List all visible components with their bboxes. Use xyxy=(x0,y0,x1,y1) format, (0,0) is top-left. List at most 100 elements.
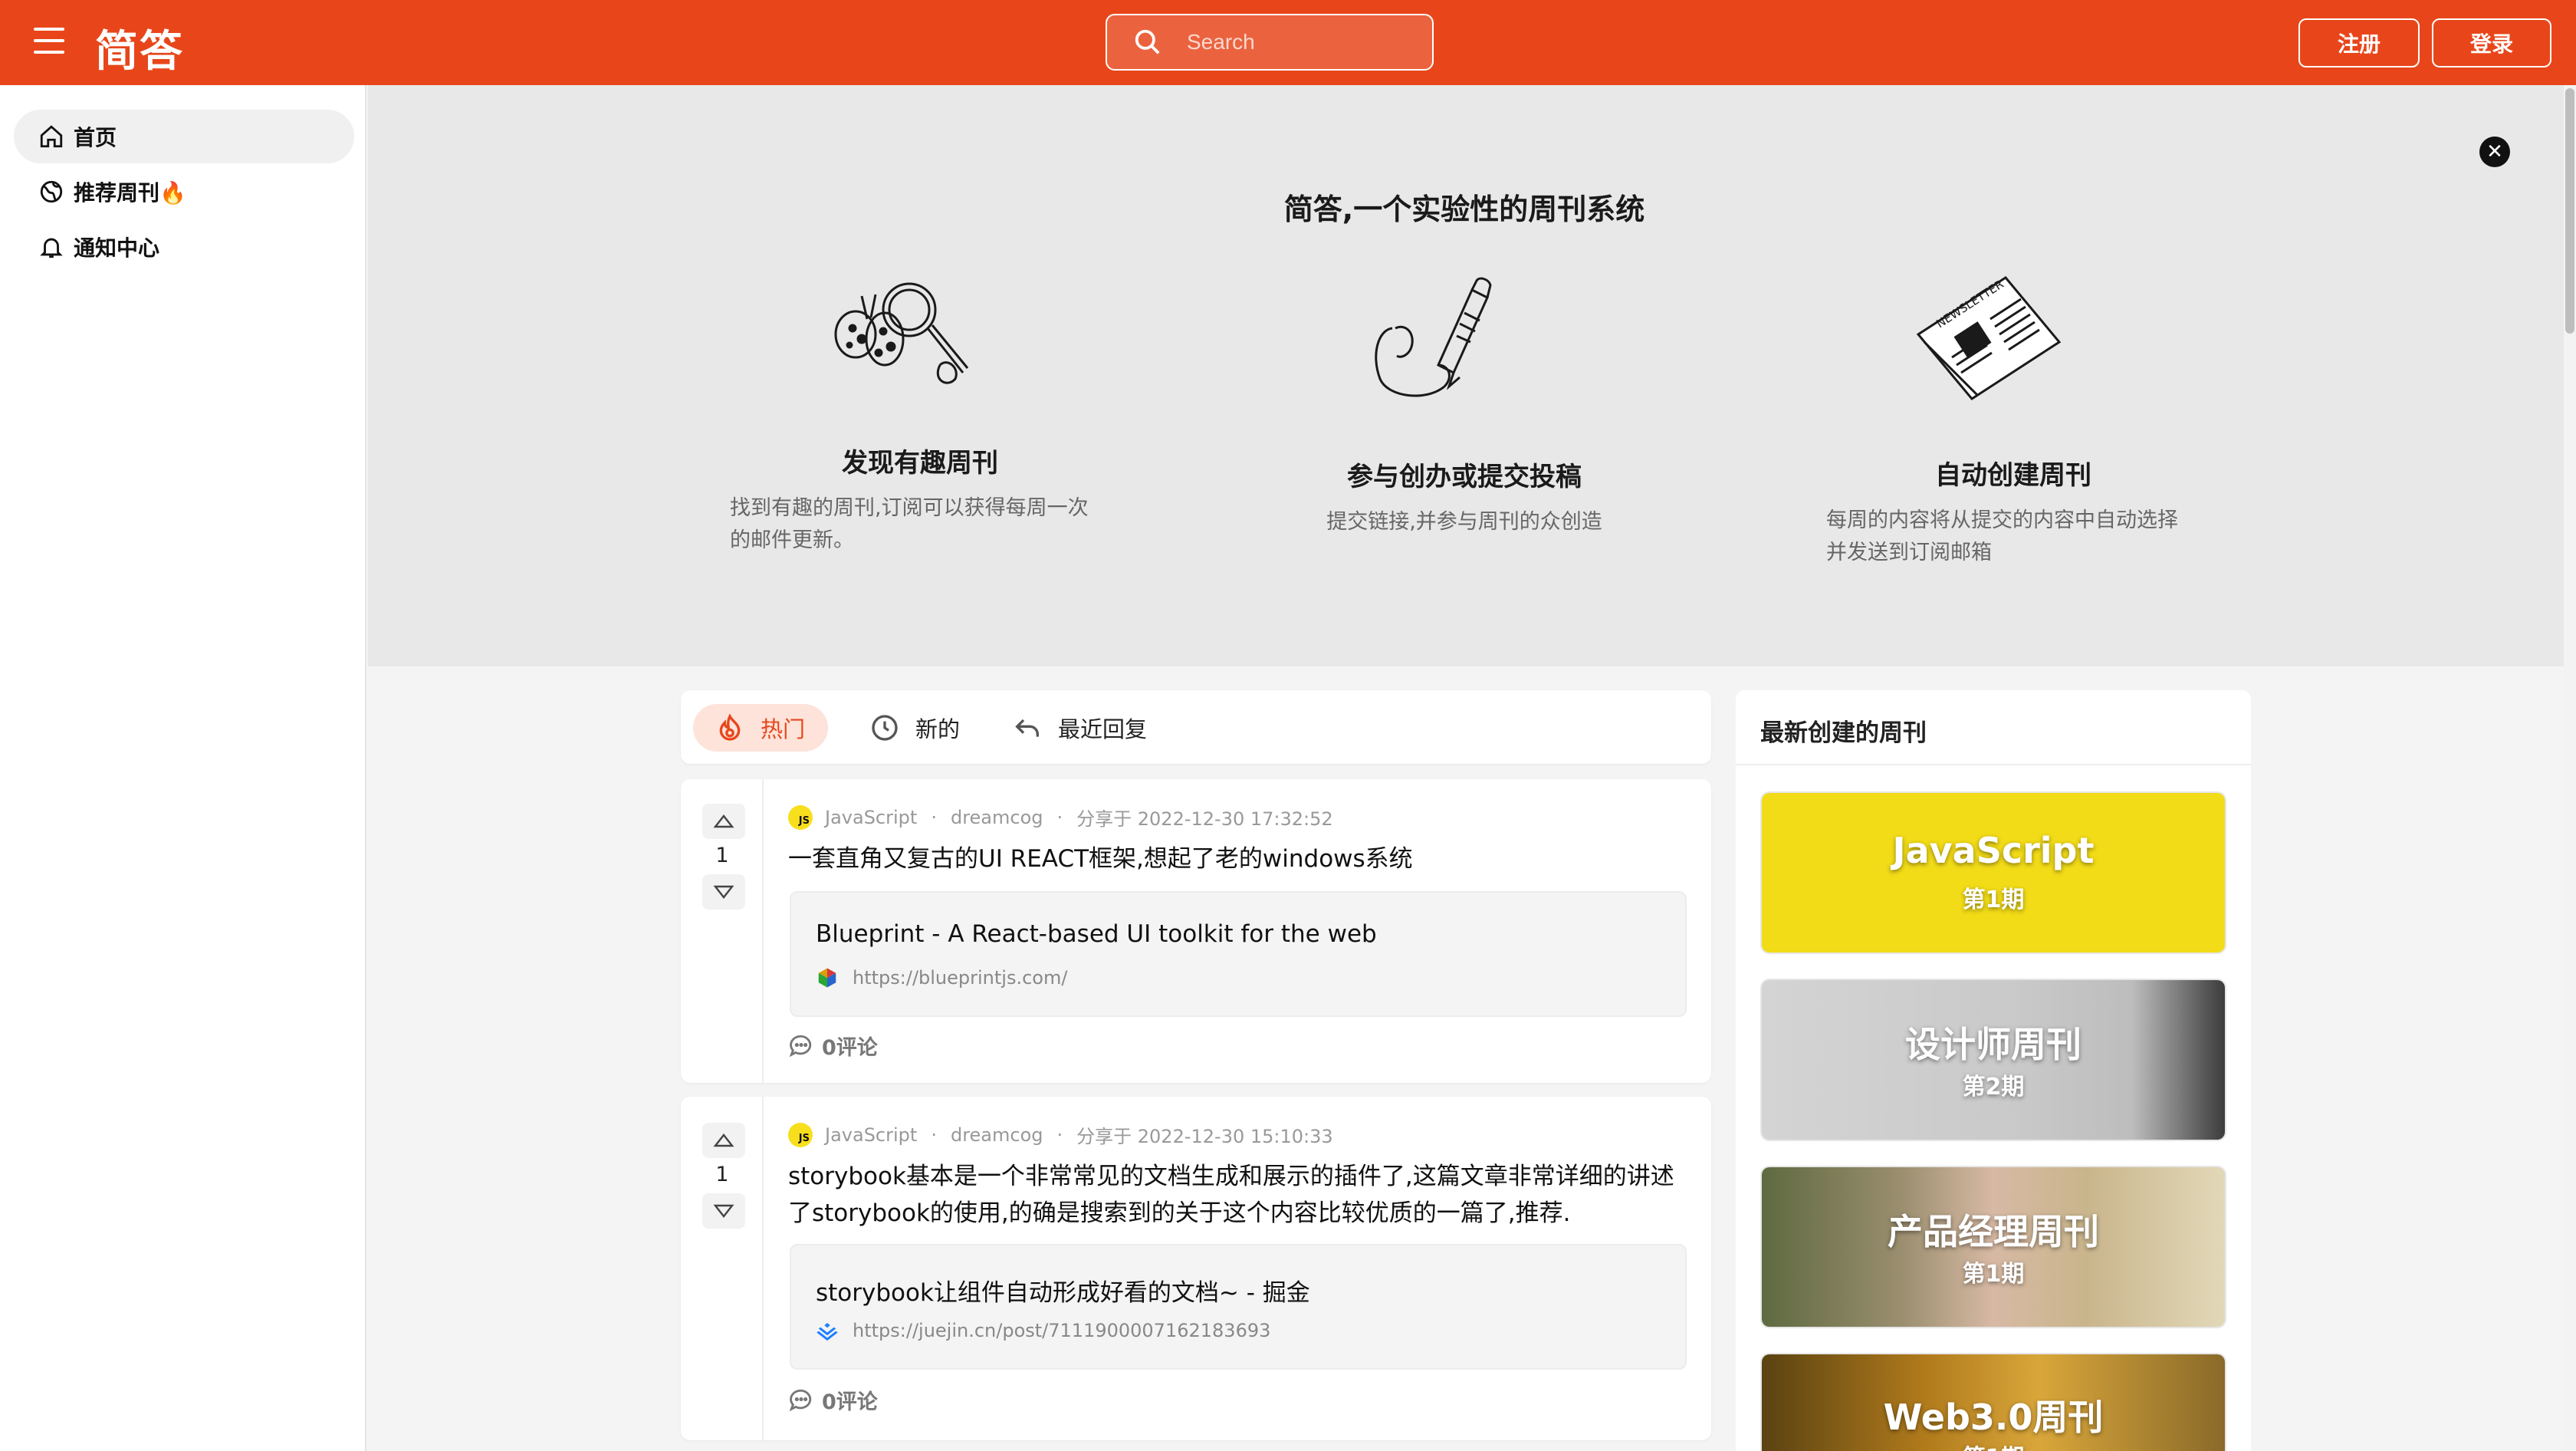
tab-label: 热门 xyxy=(761,716,806,742)
link-title: Blueprint - A React-based UI toolkit for… xyxy=(816,920,1377,948)
page-scrollbar[interactable] xyxy=(2564,85,2576,1451)
sidebar-item-label: 首页 xyxy=(74,125,117,150)
post-card: 1 JS JavaScript · dreamcog · 分享于 2022-12… xyxy=(681,1097,1711,1440)
post-card: 1 JS JavaScript · dreamcog · 分享于 2022-12… xyxy=(681,779,1711,1083)
link-url: https://juejin.cn/post/71119000071621836… xyxy=(853,1320,1271,1341)
tab-hot[interactable]: 热门 xyxy=(693,704,829,752)
login-button[interactable]: 登录 xyxy=(2432,18,2551,67)
separator-dot: · xyxy=(931,1124,937,1146)
weekly-card-web3[interactable]: Web3.0周刊 第1期 xyxy=(1760,1353,2226,1451)
top-bar: 简答 注册 登录 xyxy=(0,0,2576,85)
register-button[interactable]: 注册 xyxy=(2298,18,2420,67)
downvote-icon xyxy=(713,1204,734,1218)
tab-label: 新的 xyxy=(915,716,961,742)
feature-desc-line: 提交链接,并参与周刊的众创造 xyxy=(1326,510,1602,534)
weekly-name: Web3.0周刊 xyxy=(1883,1397,2104,1438)
reply-icon xyxy=(1015,719,1039,737)
separator-dot: · xyxy=(931,806,937,828)
weekly-card-designer[interactable]: 设计师周刊 第2期 xyxy=(1760,979,2226,1141)
vote-count: 1 xyxy=(715,844,729,867)
comment-icon xyxy=(789,1389,812,1411)
menu-icon[interactable] xyxy=(34,28,64,55)
weekly-cover-image xyxy=(1762,793,2225,953)
weekly-issue: 第1期 xyxy=(1762,1439,2225,1451)
weekly-card-javascript[interactable]: JavaScript 第1期 xyxy=(1760,791,2226,954)
latest-weeklies-header: 最新创建的周刊 xyxy=(1736,690,2251,765)
link-title: storybook让组件自动形成好看的文档~ - 掘金 xyxy=(816,1279,1310,1307)
clock-icon xyxy=(872,715,898,741)
post-tag-link[interactable]: JavaScript xyxy=(825,807,917,828)
link-url-row: https://juejin.cn/post/71119000071621836… xyxy=(816,1319,1270,1342)
search-box[interactable] xyxy=(1106,14,1434,71)
feature-desc-line: 每周的内容将从提交的内容中自动选择 xyxy=(1826,508,2178,532)
post-tag-link[interactable]: JavaScript xyxy=(825,1124,917,1146)
blueprint-favicon-icon xyxy=(818,968,836,988)
comments-link[interactable]: 0评论 xyxy=(788,1385,878,1415)
vote-column: 1 xyxy=(681,1097,764,1440)
comments-link[interactable]: 0评论 xyxy=(788,1031,878,1061)
comment-icon xyxy=(789,1035,812,1057)
home-icon xyxy=(40,125,63,148)
sidebar-item-label: 通知中心 xyxy=(74,235,160,261)
vote-count: 1 xyxy=(715,1163,729,1186)
sidebar-item-notifications[interactable]: 通知中心 xyxy=(14,220,354,274)
banner-title: 简答,一个实验性的周刊系统 xyxy=(1283,192,1645,226)
weekly-name: 产品经理周刊 xyxy=(1888,1211,2099,1252)
close-banner-button[interactable]: ✕ xyxy=(2479,137,2510,167)
feature-desc-line: 并发送到订阅邮箱 xyxy=(1826,541,1992,564)
search-input[interactable] xyxy=(1187,30,1417,54)
post-author-link[interactable]: dreamcog xyxy=(951,807,1043,828)
upvote-icon xyxy=(713,1133,734,1147)
weekly-issue: 第1期 xyxy=(1962,1261,2025,1288)
link-url-row: https://blueprintjs.com/ xyxy=(816,966,1067,989)
post-title[interactable]: storybook基本是一个非常常见的文档生成和展示的插件了,这篇文章非常详细的… xyxy=(788,1158,1693,1232)
feature-desc-line: 找到有趣的周刊,订阅可以获得每周一次 xyxy=(730,496,1089,520)
feed-tabs: 热门 新的 最近回复 xyxy=(681,690,1711,764)
separator-dot: · xyxy=(1056,1124,1063,1146)
comment-count: 0评论 xyxy=(822,1390,878,1414)
vote-column: 1 xyxy=(681,779,764,1083)
feature-desc-line: 的邮件更新。 xyxy=(730,528,854,552)
app-logo[interactable]: 简答 xyxy=(95,17,184,79)
link-url: https://blueprintjs.com/ xyxy=(853,967,1068,989)
upvote-icon xyxy=(713,814,734,828)
post-timestamp: 分享于 2022-12-30 15:10:33 xyxy=(1076,1126,1333,1147)
sidebar-item-home[interactable]: 首页 xyxy=(14,110,354,163)
link-preview[interactable]: storybook让组件自动形成好看的文档~ - 掘金 https://juej… xyxy=(790,1244,1687,1370)
post-author-link[interactable]: dreamcog xyxy=(951,1124,1043,1146)
tab-label: 最近回复 xyxy=(1058,716,1148,742)
feature-description: 每周的内容将从提交的内容中自动选择 并发送到订阅邮箱 xyxy=(1826,505,2225,569)
sidebar-item-label: 推荐周刊🔥 xyxy=(74,180,186,206)
post-meta: JS JavaScript · dreamcog · 分享于 2022-12-3… xyxy=(788,804,1333,831)
separator-dot: · xyxy=(1056,806,1063,828)
downvote-button[interactable] xyxy=(702,1193,745,1229)
upvote-button[interactable] xyxy=(702,804,745,839)
javascript-badge-icon: JS xyxy=(788,804,813,830)
sidebar: 首页 推荐周刊🔥 通知中心 xyxy=(0,85,366,1451)
post-meta: JS JavaScript · dreamcog · 分享于 2022-12-3… xyxy=(788,1121,1333,1148)
feature-description: 提交链接,并参与周刊的众创造 xyxy=(1273,506,1656,538)
weekly-issue: 第2期 xyxy=(1962,1074,2025,1101)
javascript-badge-icon: JS xyxy=(788,1122,813,1147)
downvote-icon xyxy=(713,885,734,899)
feature-title: 参与创办或提交投稿 xyxy=(1347,462,1582,492)
tab-new[interactable]: 新的 xyxy=(848,704,983,752)
scrollbar-thumb[interactable] xyxy=(2565,88,2574,334)
bell-icon xyxy=(40,238,63,258)
post-title[interactable]: 一套直角又复古的UI REACT框架,想起了老的windows系统 xyxy=(788,841,1693,877)
feature-description: 找到有趣的周刊,订阅可以获得每周一次 的邮件更新。 xyxy=(730,492,1113,557)
fire-icon xyxy=(719,713,741,741)
link-preview[interactable]: Blueprint - A React-based UI toolkit for… xyxy=(790,891,1687,1017)
latest-weeklies-title: 最新创建的周刊 xyxy=(1760,719,1927,747)
weekly-name: JavaScript xyxy=(1892,830,2095,871)
downvote-button[interactable] xyxy=(702,874,745,910)
sidebar-item-recommended[interactable]: 推荐周刊🔥 xyxy=(14,165,354,219)
search-icon xyxy=(1135,29,1160,54)
juejin-favicon-icon xyxy=(816,1323,838,1341)
newspaper-illustration: NEWSLETTER xyxy=(1916,276,2062,400)
tab-recent-replies[interactable]: 最近回复 xyxy=(991,704,1170,752)
upvote-button[interactable] xyxy=(702,1123,745,1158)
weekly-card-product-manager[interactable]: 产品经理周刊 第1期 xyxy=(1760,1166,2226,1328)
weekly-name: 设计师周刊 xyxy=(1905,1024,2082,1065)
post-timestamp: 分享于 2022-12-30 17:32:52 xyxy=(1076,808,1333,830)
